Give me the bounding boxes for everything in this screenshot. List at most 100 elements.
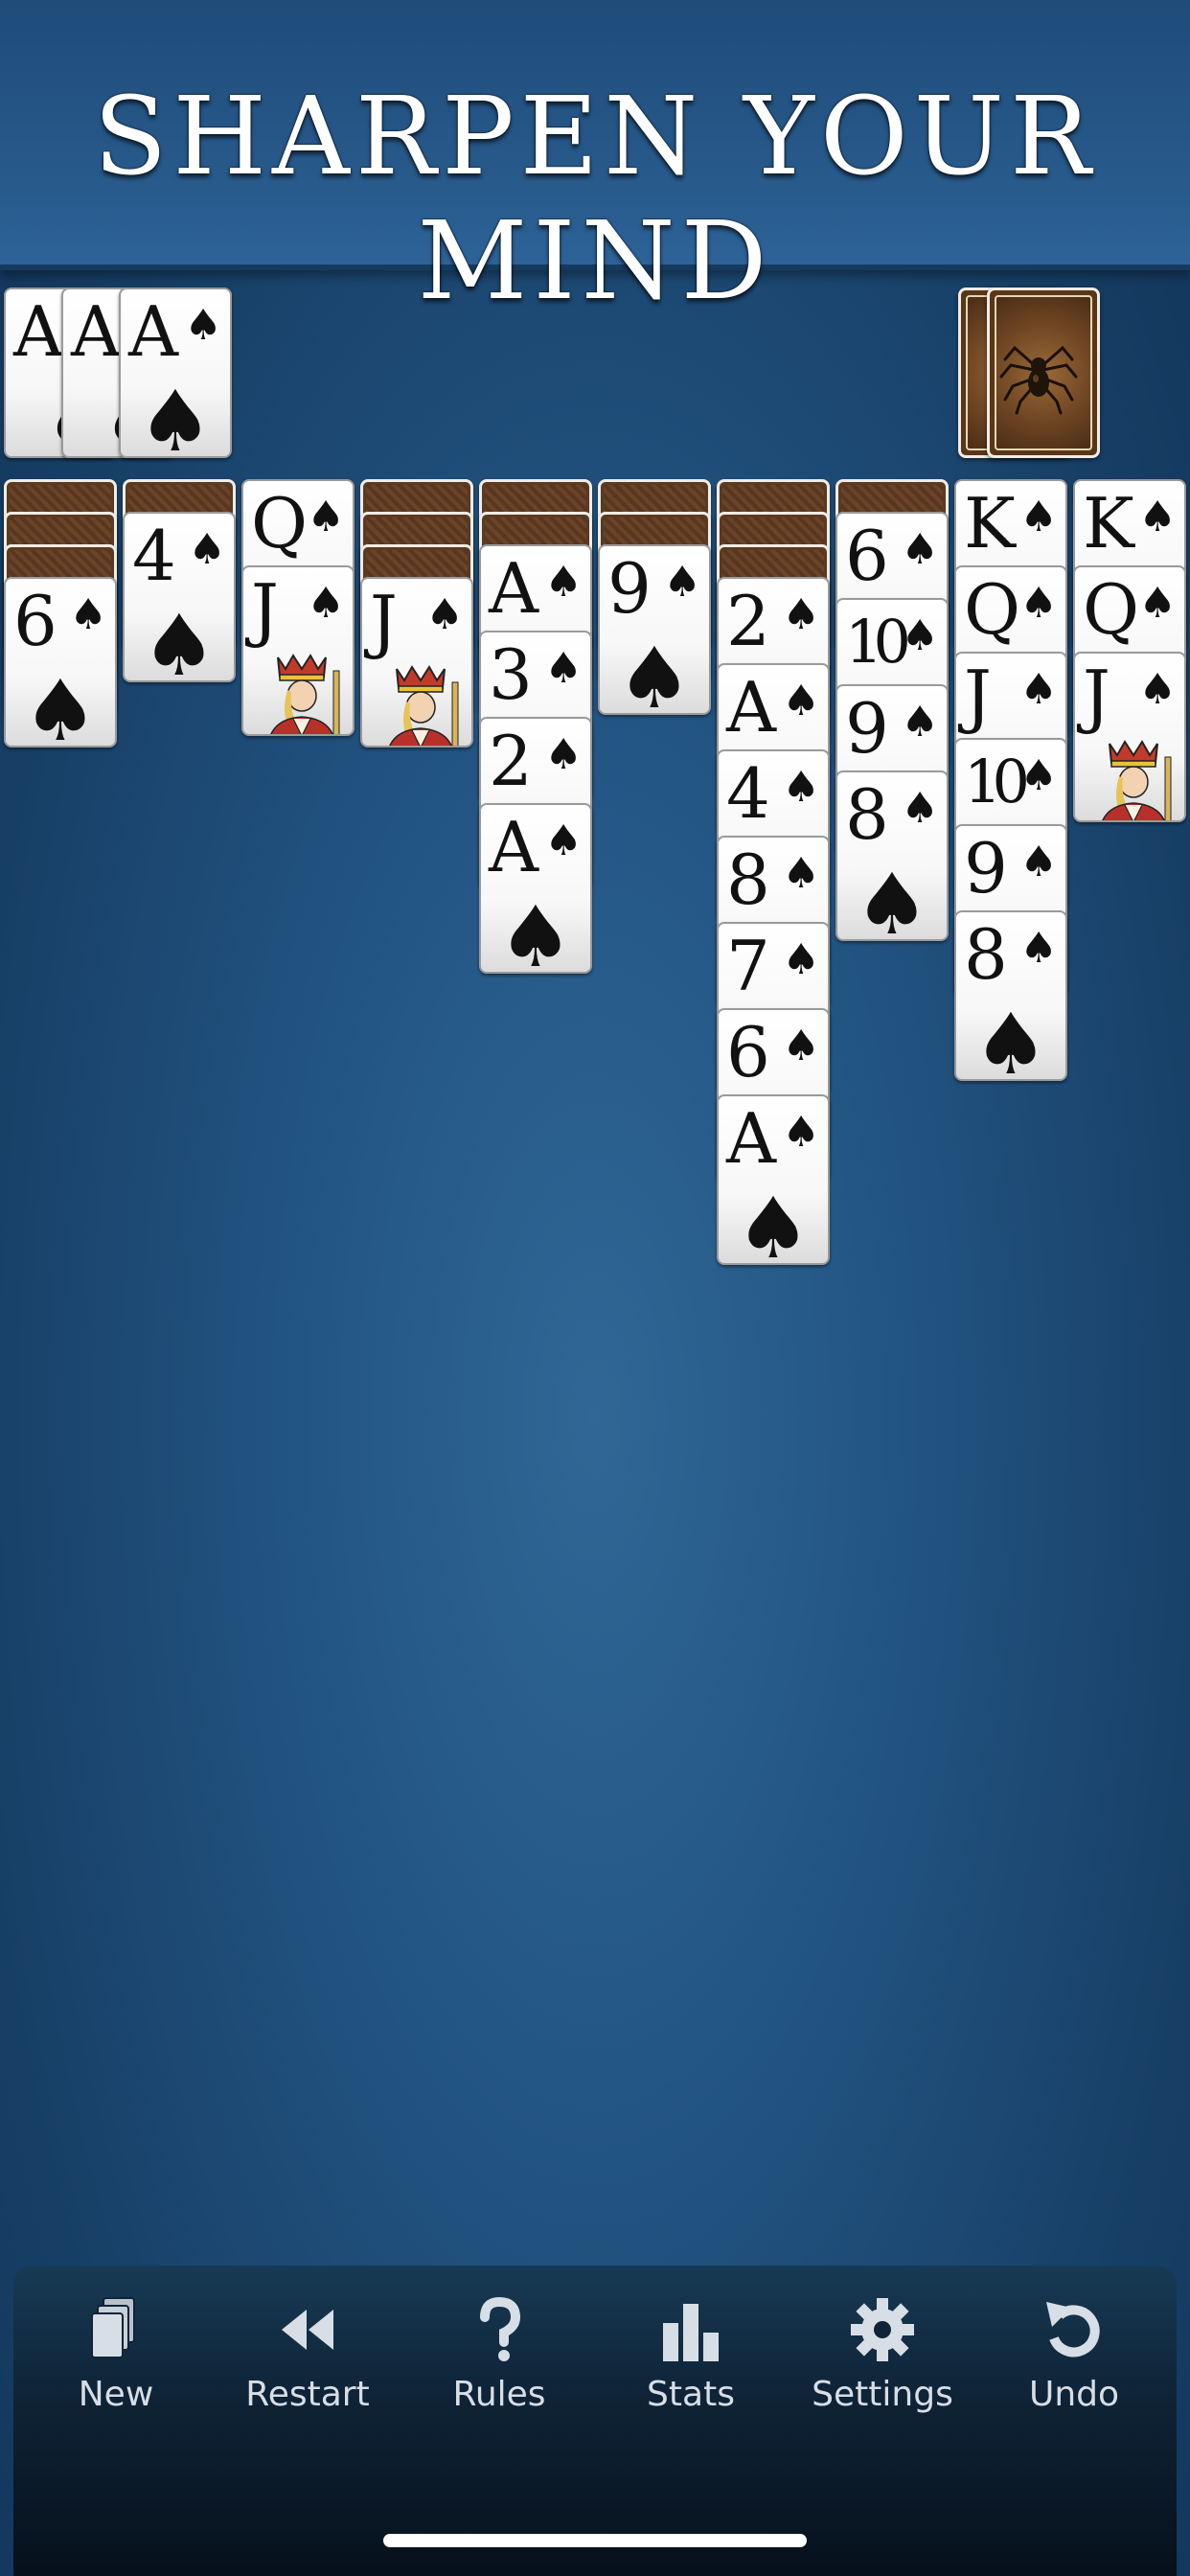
card-rank: 6 (726, 1012, 770, 1092)
new-button[interactable]: New (25, 2294, 207, 2448)
card-rank: J (964, 656, 992, 736)
card-suit: ♠ (1138, 493, 1177, 541)
restart-button[interactable]: Restart (217, 2294, 399, 2448)
card-suit: ♠ (901, 611, 939, 660)
tableau-card[interactable]: 6 ♠ ♠ (4, 577, 117, 748)
card-suit-center: ♠ (973, 995, 1049, 1081)
undo-icon (983, 2294, 1165, 2365)
card-rank: K (1083, 483, 1134, 564)
card-suit: ♠ (1019, 493, 1058, 541)
card-suit: ♠ (425, 590, 464, 639)
toolbar-label: Stats (647, 2375, 735, 2414)
card-rank: 9 (607, 548, 652, 629)
settings-button[interactable]: Settings (791, 2294, 973, 2448)
jack-portrait-icon (270, 654, 340, 734)
card-rank: 6 (845, 516, 889, 596)
toolbar-label: Undo (1028, 2375, 1120, 2414)
question-icon (408, 2294, 590, 2365)
card-rank: J (370, 581, 398, 661)
stats-button[interactable]: Stats (600, 2294, 782, 2448)
card-suit: ♠ (782, 763, 820, 812)
card-suit: ♠ (1019, 665, 1058, 714)
card-rank: A (489, 807, 538, 887)
rewind-icon (217, 2294, 399, 2365)
tableau-card[interactable]: A ♠ ♠ (717, 1094, 830, 1265)
card-suit: ♠ (663, 558, 701, 607)
toolbar-label: Settings (812, 2375, 953, 2414)
card-suit: ♠ (782, 935, 820, 984)
card-rank: 6 (13, 581, 57, 661)
card-suit: ♠ (782, 590, 820, 639)
card-suit: ♠ (901, 698, 939, 747)
card-suit: ♠ (544, 644, 583, 693)
card-suit: ♠ (1138, 579, 1177, 628)
toolbar-label: Restart (245, 2375, 370, 2414)
bottom-toolbar: New Restart Rules Stats Settings Undo (13, 2266, 1177, 2576)
jack-portrait-icon (389, 665, 459, 746)
card-suit: ♠ (1019, 751, 1058, 800)
card-rank: A (489, 548, 538, 629)
undo-button[interactable]: Undo (983, 2294, 1165, 2448)
card-rank: 3 (489, 634, 533, 715)
card-suit: ♠ (901, 525, 939, 574)
card-suit-center: ♠ (497, 887, 574, 974)
toolbar-label: New (78, 2375, 154, 2414)
card-rank: 4 (132, 516, 176, 596)
bar-chart-icon (600, 2294, 782, 2365)
card-suit: ♠ (69, 590, 107, 639)
foundation-card[interactable]: A♠ ♠ (119, 288, 232, 458)
jack-portrait-icon (1102, 740, 1172, 820)
card-rank: J (251, 569, 279, 650)
card-suit: ♠ (1019, 924, 1058, 973)
tableau-card[interactable]: 8 ♠ ♠ (835, 770, 949, 941)
card-rank: Q (1083, 569, 1139, 650)
card-suit: ♠ (782, 677, 820, 725)
card-rank: A (71, 291, 121, 372)
card-suit-center: ♠ (141, 596, 217, 682)
card-suit-center: ♠ (137, 372, 214, 458)
card-suit: ♠ (1138, 665, 1177, 714)
card-suit: ♠ (782, 1108, 820, 1157)
card-suit: ♠ (1019, 579, 1058, 628)
card-rank: 10 (845, 607, 911, 677)
tableau-card[interactable]: J ♠ (360, 577, 473, 748)
card-suit: ♠ (901, 784, 939, 833)
tableau-card[interactable]: J ♠ (1073, 652, 1186, 822)
gear-icon (791, 2294, 973, 2365)
card-rank: 2 (489, 721, 533, 801)
toolbar-label: Rules (452, 2375, 546, 2414)
card-suit: ♠ (307, 493, 345, 541)
card-rank: 8 (964, 914, 1008, 995)
card-suit: ♠ (184, 301, 222, 350)
spider-icon (999, 345, 1078, 415)
card-rank: Q (964, 569, 1020, 650)
card-suit-center: ♠ (616, 629, 693, 715)
card-rank: 10 (964, 747, 1030, 816)
tableau-card[interactable]: 4 ♠ ♠ (123, 512, 236, 682)
home-indicator[interactable] (383, 2534, 807, 2547)
card-rank: 8 (845, 774, 889, 855)
card-suit-center: ♠ (735, 1179, 812, 1265)
card-suit: ♠ (544, 558, 583, 607)
tableau-card[interactable]: 9 ♠ ♠ (598, 544, 711, 715)
card-rank: 4 (726, 753, 770, 834)
card-rank: A (128, 291, 178, 372)
card-suit: ♠ (307, 579, 345, 628)
card-suit-center: ♠ (22, 661, 99, 748)
tableau-card[interactable]: A ♠ ♠ (479, 803, 592, 974)
card-suit: ♠ (1019, 838, 1058, 886)
new-cards-icon (25, 2294, 207, 2365)
card-suit: ♠ (544, 816, 583, 865)
card-rank: 7 (726, 926, 770, 1006)
card-rank: 2 (726, 581, 770, 661)
card-rank: K (964, 483, 1016, 564)
card-suit: ♠ (188, 525, 226, 574)
tableau-card[interactable]: 8 ♠ ♠ (954, 910, 1067, 1081)
tableau-card[interactable]: J ♠ (241, 565, 355, 736)
rules-button[interactable]: Rules (408, 2294, 590, 2448)
card-rank: 8 (726, 840, 770, 920)
card-rank: J (1083, 656, 1110, 736)
card-rank: A (726, 667, 776, 748)
card-rank: 9 (964, 828, 1008, 908)
card-rank: Q (251, 483, 308, 564)
